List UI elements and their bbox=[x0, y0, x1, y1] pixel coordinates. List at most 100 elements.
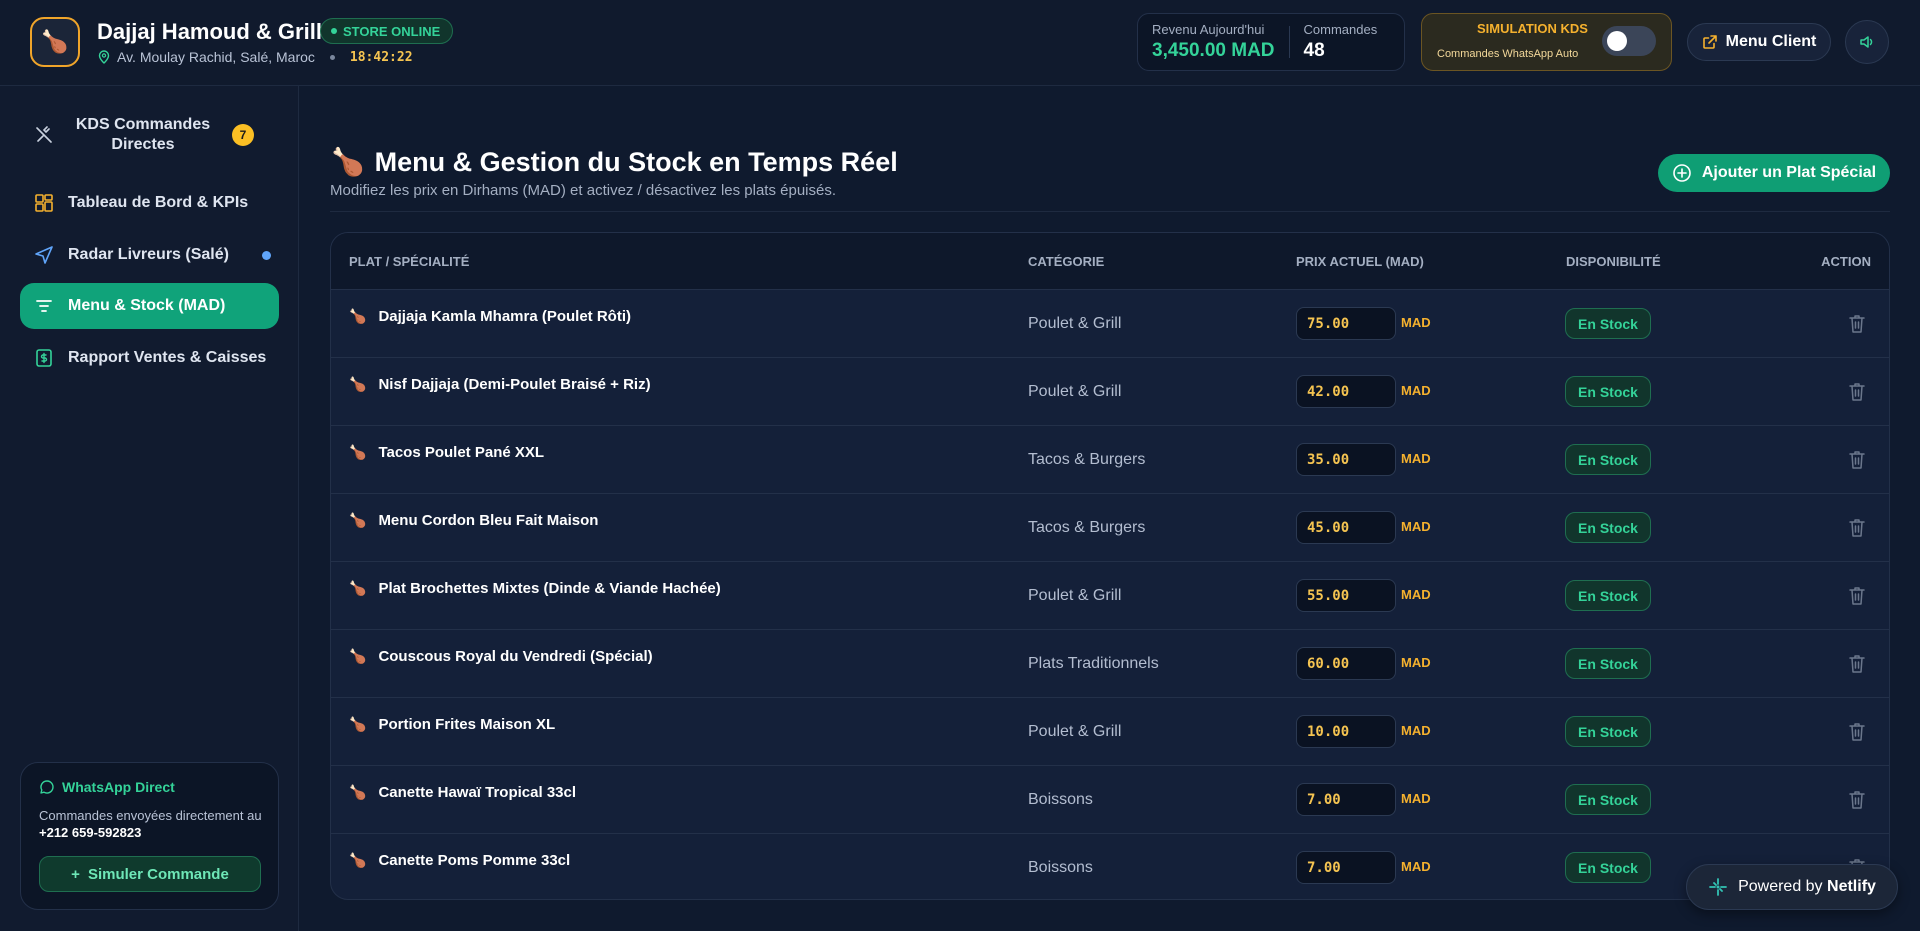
availability-toggle[interactable]: En Stock bbox=[1565, 308, 1651, 339]
dish-name: Canette Poms Pomme 33cl bbox=[378, 852, 571, 869]
currency-label: MAD bbox=[1401, 655, 1431, 670]
external-link-icon bbox=[1702, 35, 1717, 49]
sidebar-item-sales-report[interactable]: Rapport Ventes & Caisses bbox=[20, 335, 279, 381]
dish-name: Couscous Royal du Vendredi (Spécial) bbox=[378, 648, 653, 665]
dish-cell: 🍗 Dajjaja Kamla Mhamra (Poulet Rôti) bbox=[349, 308, 631, 325]
dish-category: Tacos & Burgers bbox=[1028, 519, 1146, 536]
table-row: 🍗 Tacos Poulet Pané XXL Tacos & Burgers 35.… bbox=[331, 426, 1889, 494]
currency-label: MAD bbox=[1401, 791, 1431, 806]
chicken-leg-icon: 🍗 bbox=[349, 444, 367, 460]
trash-icon[interactable] bbox=[1847, 789, 1867, 811]
trash-icon[interactable] bbox=[1847, 313, 1867, 335]
price-input[interactable]: 35.00 bbox=[1296, 443, 1396, 476]
chicken-leg-icon: 🍗 bbox=[349, 308, 367, 324]
top-header: 🍗 Dajjaj Hamoud & Grill STORE ONLINE Av.… bbox=[0, 0, 1920, 86]
utensils-crossed-icon bbox=[36, 126, 52, 143]
trash-icon[interactable] bbox=[1847, 517, 1867, 539]
table-row: 🍗 Nisf Dajjaja (Demi-Poulet Braisé + Riz)… bbox=[331, 358, 1889, 426]
table-row: 🍗 Canette Hawaï Tropical 33cl Boissons 7.00… bbox=[331, 766, 1889, 834]
availability-toggle[interactable]: En Stock bbox=[1565, 784, 1651, 815]
price-input[interactable]: 55.00 bbox=[1296, 579, 1396, 612]
dish-cell: 🍗 Nisf Dajjaja (Demi-Poulet Braisé + Riz) bbox=[349, 376, 651, 393]
trash-icon[interactable] bbox=[1847, 585, 1867, 607]
chicken-leg-icon: 🍗 bbox=[331, 147, 365, 177]
simulate-order-button[interactable]: + Simuler Commande bbox=[39, 856, 261, 892]
menu-stock-table: PLAT / SPÉCIALITÉ CATÉGORIE PRIX ACTUEL … bbox=[330, 232, 1890, 900]
kds-count-badge: 7 bbox=[232, 124, 254, 146]
table-row: 🍗 Dajjaja Kamla Mhamra (Poulet Rôti) Poule… bbox=[331, 290, 1889, 358]
dashboard-grid-icon bbox=[35, 194, 53, 212]
dish-name: Plat Brochettes Mixtes (Dinde & Viande H… bbox=[378, 580, 721, 597]
table-row: 🍗 Plat Brochettes Mixtes (Dinde & Viande … bbox=[331, 562, 1889, 630]
sidebar-item-menu-stock[interactable]: Menu & Stock (MAD) bbox=[20, 283, 279, 329]
price-input[interactable]: 75.00 bbox=[1296, 307, 1396, 340]
column-header-category: CATÉGORIE bbox=[1028, 254, 1105, 269]
chicken-leg-icon: 🍗 bbox=[349, 376, 367, 392]
availability-toggle[interactable]: En Stock bbox=[1565, 580, 1651, 611]
dish-name: Menu Cordon Bleu Fait Maison bbox=[378, 512, 599, 529]
trash-icon[interactable] bbox=[1847, 381, 1867, 403]
availability-toggle[interactable]: En Stock bbox=[1565, 444, 1651, 475]
price-input[interactable]: 42.00 bbox=[1296, 375, 1396, 408]
store-status-badge: STORE ONLINE bbox=[320, 18, 454, 44]
dish-cell: 🍗 Plat Brochettes Mixtes (Dinde & Viande … bbox=[349, 580, 721, 597]
currency-label: MAD bbox=[1401, 723, 1431, 738]
dish-category: Boissons bbox=[1028, 859, 1093, 876]
add-special-dish-button[interactable]: Ajouter un Plat Spécial bbox=[1658, 154, 1890, 192]
page-title: 🍗 Menu & Gestion du Stock en Temps Réel bbox=[331, 146, 898, 178]
sidebar-item-kds[interactable]: KDS Commandes Directes 7 bbox=[20, 106, 279, 164]
price-input[interactable]: 7.00 bbox=[1296, 851, 1396, 884]
price-input[interactable]: 60.00 bbox=[1296, 647, 1396, 680]
trash-icon[interactable] bbox=[1847, 653, 1867, 675]
whatsapp-description: Commandes envoyées directement au +212 6… bbox=[39, 807, 264, 841]
powered-by-netlify-badge[interactable]: Powered by Netlify bbox=[1686, 864, 1898, 910]
netlify-prefix: Powered by bbox=[1738, 878, 1823, 895]
page-title-text: Menu & Gestion du Stock en Temps Réel bbox=[374, 146, 898, 177]
live-clock: 18:42:22 bbox=[349, 49, 413, 65]
availability-toggle[interactable]: En Stock bbox=[1565, 376, 1651, 407]
trash-icon[interactable] bbox=[1847, 449, 1867, 471]
price-input[interactable]: 45.00 bbox=[1296, 511, 1396, 544]
table-header: PLAT / SPÉCIALITÉ CATÉGORIE PRIX ACTUEL … bbox=[331, 233, 1889, 290]
table-row: 🍗 Portion Frites Maison XL Poulet & Grill 1… bbox=[331, 698, 1889, 766]
toggle-knob bbox=[1607, 31, 1627, 51]
brand-name: Dajjaj Hamoud & Grill bbox=[97, 19, 322, 44]
chat-bubble-icon bbox=[40, 780, 54, 794]
currency-label: MAD bbox=[1401, 315, 1431, 330]
sidebar-item-label: Tableau de Bord & KPIs bbox=[68, 194, 249, 211]
simulate-order-label: Simuler Commande bbox=[87, 865, 229, 883]
price-input[interactable]: 10.00 bbox=[1296, 715, 1396, 748]
availability-toggle[interactable]: En Stock bbox=[1565, 648, 1651, 679]
availability-toggle[interactable]: En Stock bbox=[1565, 852, 1651, 883]
availability-toggle[interactable]: En Stock bbox=[1565, 716, 1651, 747]
netlify-logo-icon bbox=[1709, 878, 1727, 896]
dish-name: Portion Frites Maison XL bbox=[378, 716, 556, 733]
filter-lines-icon bbox=[36, 300, 52, 312]
whatsapp-text: Commandes envoyées directement au bbox=[39, 808, 262, 823]
menu-client-label: Menu Client bbox=[1725, 33, 1817, 50]
sidebar-item-radar[interactable]: Radar Livreurs (Salé) bbox=[20, 232, 279, 278]
dish-name: Dajjaja Kamla Mhamra (Poulet Rôti) bbox=[378, 308, 631, 325]
sound-button[interactable] bbox=[1845, 20, 1889, 64]
menu-client-button[interactable]: Menu Client bbox=[1687, 23, 1831, 61]
status-dot-icon bbox=[331, 28, 337, 34]
price-input[interactable]: 7.00 bbox=[1296, 783, 1396, 816]
chicken-leg-icon: 🍗 bbox=[349, 716, 367, 732]
brand-address: Av. Moulay Rachid, Salé, Maroc 18:42:22 bbox=[98, 49, 413, 65]
availability-toggle[interactable]: En Stock bbox=[1565, 512, 1651, 543]
dish-category: Boissons bbox=[1028, 791, 1093, 808]
sidebar-item-dashboard[interactable]: Tableau de Bord & KPIs bbox=[20, 180, 279, 226]
netlify-brand: Netlify bbox=[1827, 878, 1876, 895]
dish-name: Nisf Dajjaja (Demi-Poulet Braisé + Riz) bbox=[378, 376, 651, 393]
chicken-leg-icon: 🍗 bbox=[349, 512, 367, 528]
navigation-arrow-icon bbox=[35, 246, 53, 264]
column-header-price: PRIX ACTUEL (MAD) bbox=[1296, 254, 1424, 269]
dish-category: Poulet & Grill bbox=[1028, 383, 1122, 400]
revenue-value: 3,450.00 MAD bbox=[1152, 40, 1275, 61]
dish-cell: 🍗 Canette Hawaï Tropical 33cl bbox=[349, 784, 576, 801]
revenue-label: Revenu Aujourd'hui bbox=[1152, 22, 1265, 37]
orders-kpi: Commandes 48 bbox=[1290, 14, 1392, 70]
trash-icon[interactable] bbox=[1847, 721, 1867, 743]
address-text: Av. Moulay Rachid, Salé, Maroc bbox=[117, 49, 315, 65]
simulation-toggle[interactable] bbox=[1602, 26, 1656, 56]
